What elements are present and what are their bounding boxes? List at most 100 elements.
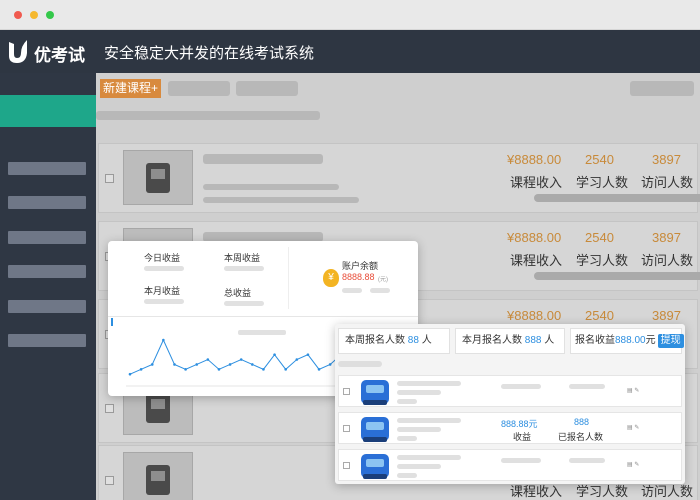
filter-placeholder[interactable] <box>168 81 230 96</box>
course-learners-value: 2540 <box>585 308 614 323</box>
row-checkbox[interactable] <box>343 462 350 469</box>
row-checkbox[interactable] <box>105 476 114 485</box>
chart-point-3 <box>162 338 165 342</box>
chart-point-2 <box>150 363 154 366</box>
month-registrations-label: 本月报名人数 <box>462 335 522 346</box>
chart-point-0 <box>128 372 132 376</box>
bus-icon <box>361 417 389 442</box>
chart-point-9 <box>228 363 232 366</box>
course-visits-label: 访问人数 <box>641 253 694 268</box>
sidebar-item[interactable] <box>8 231 86 244</box>
course-visits-value: 3897 <box>652 308 681 323</box>
chart-point-6 <box>195 363 199 366</box>
row-actions[interactable]: ▤ ✎ <box>627 387 639 394</box>
sidebar-item[interactable] <box>8 162 86 175</box>
bus-icon <box>361 454 389 479</box>
registration-row: ▤ ✎ <box>338 375 682 407</box>
course-learners-value: 2540 <box>585 152 614 167</box>
chart-point-7 <box>206 358 210 361</box>
close-window-button[interactable] <box>14 11 22 19</box>
window-titlebar <box>0 0 700 30</box>
search-placeholder[interactable] <box>630 81 694 96</box>
action-button[interactable] <box>655 194 700 202</box>
chart-point-1 <box>139 368 143 371</box>
registration-income-value: 888.00 <box>615 335 646 346</box>
week-registrations-label: 本周报名人数 <box>345 335 405 346</box>
sidebar-item[interactable] <box>8 265 86 278</box>
header-slogan: 安全稳定大并发的在线考试系统 <box>104 45 315 62</box>
registration-income-unit: 元 <box>645 335 656 346</box>
month-registrations-box: 本月报名人数 888 人 <box>455 328 565 354</box>
course-visits-value: 3897 <box>652 152 681 167</box>
coin-icon: ¥ <box>323 269 339 287</box>
sidebar-item-active[interactable] <box>0 95 96 127</box>
course-visits-value: 3897 <box>652 230 681 245</box>
course-income-value: ¥8888.00 <box>507 230 562 245</box>
course-thumbnail <box>123 150 193 205</box>
filter-placeholder[interactable] <box>236 81 298 96</box>
balance-label: 账户余额 <box>342 261 379 271</box>
row-income-value: 888.88元 <box>501 419 538 429</box>
chart-point-17 <box>317 368 321 371</box>
chart-point-11 <box>251 363 254 366</box>
chart-point-4 <box>173 363 176 366</box>
sidebar-item[interactable] <box>8 300 86 313</box>
registration-income-box: 报名收益888.00元 提现 <box>570 328 684 354</box>
month-registrations-value: 888 <box>524 335 542 346</box>
course-learners-label: 学习人数 <box>576 175 629 190</box>
course-learners-value: 2540 <box>585 230 614 245</box>
course-income-value: ¥8888.00 <box>507 308 562 323</box>
maximize-window-button[interactable] <box>46 11 54 19</box>
registration-row: ▤ ✎ <box>338 449 682 481</box>
chart-point-13 <box>273 353 276 356</box>
row-income-label: 收益 <box>513 432 532 442</box>
registration-row: 888.88元 收益 888 已报名人数 ▤ ✎ <box>338 412 682 444</box>
month-registrations-unit: 人 <box>544 335 555 346</box>
withdraw-button[interactable]: 提现 <box>657 334 684 348</box>
total-earnings-label: 总收益 <box>224 288 252 298</box>
text-placeholder <box>96 111 320 120</box>
row-checkbox[interactable] <box>343 425 350 432</box>
row-actions[interactable]: ▤ ✎ <box>627 461 639 468</box>
row-checkbox[interactable] <box>105 174 114 183</box>
chart-point-8 <box>217 368 221 371</box>
bus-icon <box>361 380 389 405</box>
course-income-label: 课程收入 <box>510 175 563 190</box>
course-income-value: ¥8888.00 <box>507 152 562 167</box>
chart-point-5 <box>184 368 187 371</box>
registration-income-label: 报名收益 <box>575 335 615 346</box>
course-thumbnail <box>123 452 193 500</box>
balance-unit: (元) <box>378 277 388 283</box>
logo-icon <box>9 40 27 63</box>
app-header: 优考试 安全稳定大并发的在线考试系统 <box>0 30 700 73</box>
new-course-button[interactable]: 新建课程+ <box>100 79 162 98</box>
week-registrations-value: 88 <box>407 335 419 346</box>
balance-value: 8888.88 <box>342 272 375 282</box>
week-registrations-unit: 人 <box>421 335 432 346</box>
sidebar <box>0 73 96 500</box>
row-count-label: 已报名人数 <box>558 432 604 442</box>
minimize-window-button[interactable] <box>30 11 38 19</box>
course-row: ¥8888.00 2540 3897 课程收入 学习人数 访问人数 <box>98 143 700 213</box>
row-checkbox[interactable] <box>343 388 350 395</box>
course-income-label: 课程收入 <box>510 253 563 268</box>
row-count-value: 888 <box>574 417 590 427</box>
week-earnings-label: 本周收益 <box>224 253 261 263</box>
chart-point-18 <box>328 363 332 366</box>
chart-point-15 <box>295 358 299 361</box>
sidebar-item[interactable] <box>8 196 86 209</box>
course-visits-label: 访问人数 <box>641 175 694 190</box>
today-earnings-label: 今日收益 <box>144 253 181 263</box>
row-checkbox[interactable] <box>105 404 114 413</box>
course-learners-label: 学习人数 <box>576 253 629 268</box>
brand-name: 优考试 <box>34 46 85 65</box>
sidebar-item[interactable] <box>8 334 86 347</box>
chart-point-14 <box>284 368 287 371</box>
month-earnings-label: 本月收益 <box>144 286 181 296</box>
chart-point-12 <box>262 368 265 371</box>
chart-point-10 <box>239 358 243 361</box>
week-registrations-box: 本周报名人数 88 人 <box>338 328 450 354</box>
chart-point-16 <box>306 353 310 356</box>
row-actions[interactable]: ▤ ✎ <box>627 424 639 431</box>
registration-panel: 本周报名人数 88 人 本月报名人数 888 人 报名收益888.00元 提现 ▤… <box>335 324 685 484</box>
